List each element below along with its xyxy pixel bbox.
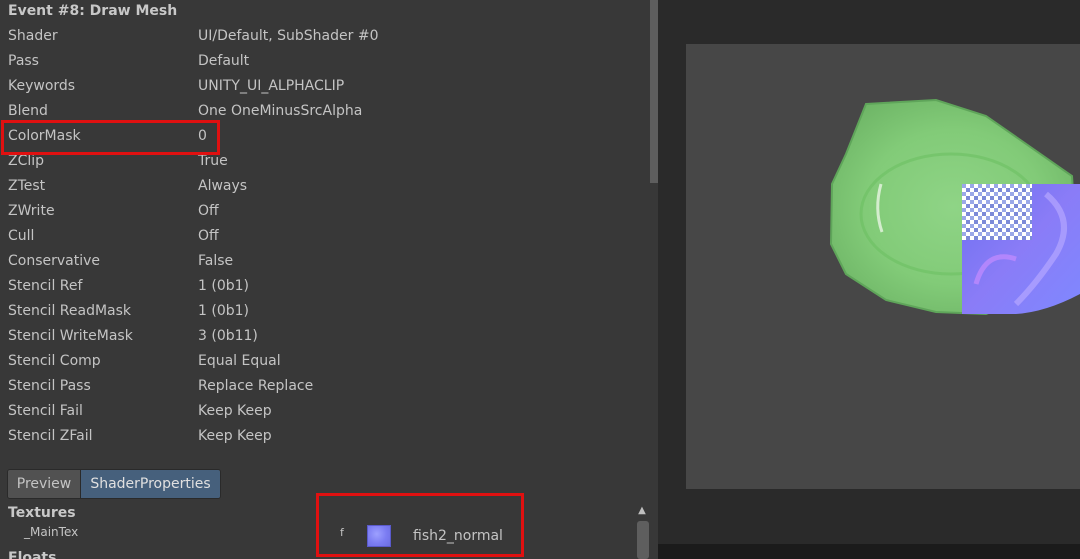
property-key: Pass: [8, 53, 39, 69]
property-key: Stencil WriteMask: [8, 328, 133, 344]
property-key: Cull: [8, 228, 35, 244]
event-title: Event #8: Draw Mesh: [8, 3, 178, 19]
colormask-highlight-box: [1, 120, 220, 155]
property-key: ZWrite: [8, 203, 55, 219]
property-value: UI/Default, SubShader #0: [198, 28, 379, 44]
texture-property-name: _MainTex: [24, 525, 79, 539]
preview-render: [829, 98, 1080, 316]
property-value: Keep Keep: [198, 403, 272, 419]
property-row: Stencil WriteMask 3 (0b11): [0, 325, 640, 350]
textures-section-title: Textures: [8, 505, 76, 521]
tab-bar: Preview ShaderProperties: [7, 469, 221, 499]
property-row: Cull Off: [0, 225, 640, 250]
property-value: Off: [198, 203, 219, 219]
property-row: ZWrite Off: [0, 200, 640, 225]
render-preview-viewport[interactable]: [686, 44, 1080, 489]
property-row: Stencil Comp Equal Equal: [0, 350, 640, 375]
property-value: Keep Keep: [198, 428, 272, 444]
property-value: 1 (0b1): [198, 303, 249, 319]
property-value: Replace Replace: [198, 378, 314, 394]
property-key: ZTest: [8, 178, 46, 194]
property-key: Shader: [8, 28, 58, 44]
event-details-panel: Event #8: Draw Mesh Shader UI/Default, Su…: [0, 0, 658, 559]
property-row: Pass Default: [0, 50, 640, 75]
properties-scrollbar[interactable]: [650, 0, 658, 183]
property-row: Stencil Fail Keep Keep: [0, 400, 640, 425]
property-value: Always: [198, 178, 248, 194]
property-value: Off: [198, 228, 219, 244]
property-value: Equal Equal: [198, 353, 281, 369]
property-value: UNITY_UI_ALPHACLIP: [198, 78, 345, 94]
property-row: Keywords UNITY_UI_ALPHACLIP: [0, 75, 640, 100]
tab-shader-properties[interactable]: ShaderProperties: [81, 470, 220, 498]
property-key: Blend: [8, 103, 48, 119]
property-key: ZClip: [8, 153, 45, 169]
property-value: One OneMinusSrcAlpha: [198, 103, 363, 119]
scroll-up-arrow-icon[interactable]: ▲: [636, 505, 648, 517]
property-row: Conservative False: [0, 250, 640, 275]
tab-preview[interactable]: Preview: [8, 470, 81, 498]
property-value: True: [198, 153, 228, 169]
property-row: Stencil ZFail Keep Keep: [0, 425, 640, 450]
property-row: ZTest Always: [0, 175, 640, 200]
floats-section-title: Floats: [8, 550, 57, 559]
property-key: Stencil ZFail: [8, 428, 93, 444]
property-key: Stencil ReadMask: [8, 303, 132, 319]
property-value: 3 (0b11): [198, 328, 258, 344]
property-key: Stencil Fail: [8, 403, 83, 419]
preview-bottom-bar: [658, 544, 1080, 559]
property-value: False: [198, 253, 234, 269]
property-key: Keywords: [8, 78, 76, 94]
property-key: Stencil Pass: [8, 378, 91, 394]
shader-properties-scrollbar[interactable]: [637, 521, 649, 559]
property-key: Stencil Comp: [8, 353, 101, 369]
property-key: Conservative: [8, 253, 101, 269]
property-key: Stencil Ref: [8, 278, 83, 294]
property-row: Shader UI/Default, SubShader #0: [0, 25, 640, 50]
property-row: Stencil Pass Replace Replace: [0, 375, 640, 400]
checker-texture: [962, 184, 1032, 240]
texture-highlight-box: [316, 493, 524, 557]
property-row: Stencil ReadMask 1 (0b1): [0, 300, 640, 325]
property-value: Default: [198, 53, 250, 69]
property-row: Stencil Ref 1 (0b1): [0, 275, 640, 300]
property-value: 1 (0b1): [198, 278, 249, 294]
